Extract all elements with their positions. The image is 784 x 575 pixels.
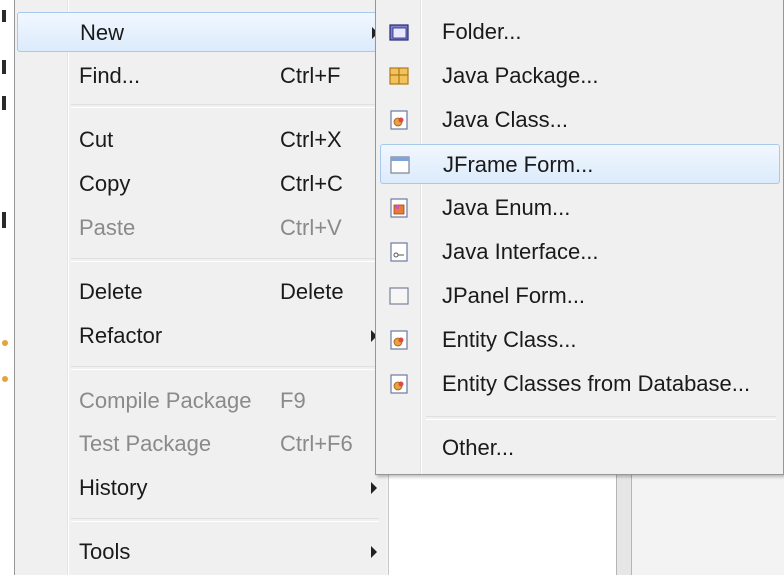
menu-item-find[interactable]: Find... Ctrl+F <box>17 56 383 96</box>
entity-database-icon <box>390 374 408 394</box>
submenu-item-folder[interactable]: Folder... <box>380 12 780 52</box>
menu-separator <box>71 104 379 108</box>
editor-marker <box>2 96 6 110</box>
menu-item-test-package[interactable]: Test Package Ctrl+F6 <box>17 424 383 464</box>
menu-item-shortcut: Ctrl+X <box>280 127 342 152</box>
menu-item-shortcut: Ctrl+V <box>280 215 342 240</box>
submenu-item-label: Entity Classes from Database... <box>442 371 751 396</box>
menu-item-label: New <box>80 20 125 45</box>
menu-item-cut[interactable]: Cut Ctrl+X <box>17 120 383 160</box>
menu-item-tools[interactable]: Tools <box>17 532 383 572</box>
submenu-item-jpanel-form[interactable]: JPanel Form... <box>380 276 780 316</box>
menu-item-label: Copy <box>79 171 131 196</box>
editor-marker <box>2 212 6 228</box>
menu-item-label: Find... <box>79 63 141 88</box>
submenu-item-java-interface[interactable]: Java Interface... <box>380 232 780 272</box>
editor-marker <box>2 340 8 346</box>
menu-item-shortcut: Ctrl+C <box>280 171 343 196</box>
background-scrollbar <box>616 475 632 575</box>
submenu-item-label: Other... <box>442 435 515 460</box>
submenu-item-java-class[interactable]: Java Class... <box>380 100 780 140</box>
submenu-item-other[interactable]: Other... <box>380 428 780 468</box>
submenu-item-label: Java Enum... <box>442 195 571 220</box>
submenu-item-java-enum[interactable]: Java Enum... <box>380 188 780 228</box>
editor-marker <box>2 376 8 382</box>
menu-item-delete[interactable]: Delete Delete <box>17 272 383 312</box>
submenu-item-jframe-form[interactable]: JFrame Form... <box>380 144 780 184</box>
menu-separator <box>71 518 379 522</box>
menu-item-label: Cut <box>79 127 114 152</box>
menu-item-history[interactable]: History <box>17 468 383 508</box>
menu-item-label: Test Package <box>79 431 212 456</box>
menu-item-compile-package[interactable]: Compile Package F9 <box>17 381 383 421</box>
menu-item-label: Compile Package <box>79 388 252 413</box>
menu-separator <box>71 258 379 262</box>
menu-separator <box>71 366 379 370</box>
submenu-new: Folder... Java Package... Java Class... … <box>375 0 784 475</box>
submenu-item-label: Entity Class... <box>442 327 577 352</box>
menu-item-label: History <box>79 475 148 500</box>
menu-item-shortcut: Ctrl+F <box>280 63 341 88</box>
submenu-item-label: Folder... <box>442 19 522 44</box>
entity-class-icon <box>390 330 408 350</box>
submenu-item-label: JFrame Form... <box>443 152 594 177</box>
jframe-form-icon <box>390 156 410 174</box>
menu-item-label: Tools <box>79 539 131 564</box>
menu-item-shortcut: Delete <box>280 279 344 304</box>
menu-item-label: Paste <box>79 215 136 240</box>
folder-icon <box>389 24 409 41</box>
package-icon <box>389 67 409 85</box>
context-menu: New Find... Ctrl+F Cut Ctrl+X Copy Ctrl+… <box>14 0 386 575</box>
jpanel-form-icon <box>389 287 409 305</box>
submenu-item-java-package[interactable]: Java Package... <box>380 56 780 96</box>
submenu-arrow-icon <box>371 546 377 558</box>
java-enum-icon <box>390 198 408 218</box>
background-panel-white <box>388 475 617 575</box>
submenu-separator <box>426 416 776 420</box>
submenu-item-label: Java Interface... <box>442 239 599 264</box>
editor-marker <box>2 60 6 74</box>
editor-marker <box>2 10 6 22</box>
submenu-item-label: Java Class... <box>442 107 568 132</box>
submenu-item-entity-classes-from-database[interactable]: Entity Classes from Database... <box>380 364 780 404</box>
menu-item-new[interactable]: New <box>17 12 383 52</box>
java-interface-icon <box>390 242 408 262</box>
menu-item-label: Refactor <box>79 323 163 348</box>
menu-item-shortcut: F9 <box>280 388 306 413</box>
menu-item-refactor[interactable]: Refactor <box>17 316 383 356</box>
menu-item-paste[interactable]: Paste Ctrl+V <box>17 208 383 248</box>
menu-item-copy[interactable]: Copy Ctrl+C <box>17 164 383 204</box>
menu-item-shortcut: Ctrl+F6 <box>280 431 353 456</box>
menu-item-label: Delete <box>79 279 143 304</box>
submenu-item-label: JPanel Form... <box>442 283 586 308</box>
java-class-icon <box>390 110 408 130</box>
submenu-item-label: Java Package... <box>442 63 599 88</box>
submenu-item-entity-class[interactable]: Entity Class... <box>380 320 780 360</box>
submenu-arrow-icon <box>371 482 377 494</box>
